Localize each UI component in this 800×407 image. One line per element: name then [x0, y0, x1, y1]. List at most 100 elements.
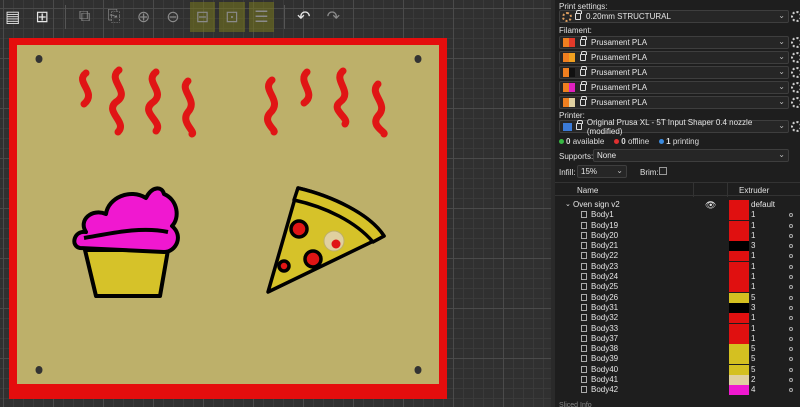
- part-icon: [581, 262, 587, 270]
- extruder-color-swatch: [729, 302, 749, 313]
- extruder-color-swatch: [729, 261, 749, 272]
- list-item-group[interactable]: ⌄ Oven sign v2 👁 default: [555, 200, 800, 210]
- part-extruder[interactable]: 5: [751, 365, 755, 374]
- edit-dot-icon[interactable]: [789, 295, 793, 300]
- edit-dot-icon[interactable]: [789, 233, 793, 238]
- edit-dot-icon[interactable]: [789, 316, 793, 321]
- edit-dot-icon[interactable]: [789, 357, 793, 362]
- gear-icon[interactable]: [791, 11, 800, 22]
- part-icon: [581, 221, 587, 229]
- list-item[interactable]: Body38 5: [555, 344, 800, 355]
- gear-icon[interactable]: [791, 121, 800, 132]
- part-extruder[interactable]: 1: [751, 334, 755, 343]
- list-item[interactable]: Body24 1: [555, 272, 800, 283]
- extruder-color-swatch: [729, 230, 749, 241]
- filament-combo[interactable]: Prusament PLA ⌄: [559, 66, 800, 79]
- extruder-color-swatch: [729, 210, 749, 221]
- part-extruder[interactable]: 4: [751, 385, 755, 394]
- chevron-down-icon[interactable]: ⌄: [565, 200, 571, 208]
- part-name: Body22: [591, 251, 619, 261]
- group-extruder[interactable]: default: [751, 200, 775, 209]
- list-item[interactable]: Body39 5: [555, 354, 800, 365]
- list-item[interactable]: Body26 5: [555, 292, 800, 303]
- edit-dot-icon[interactable]: [789, 388, 793, 393]
- gear-icon[interactable]: [791, 97, 800, 108]
- column-name[interactable]: Name: [577, 186, 598, 195]
- supports-combo[interactable]: None ⌄: [593, 149, 789, 162]
- list-item[interactable]: Body40 5: [555, 364, 800, 375]
- edit-dot-icon[interactable]: [789, 326, 793, 331]
- edit-dot-icon[interactable]: [789, 275, 793, 280]
- part-extruder[interactable]: 1: [751, 210, 755, 219]
- list-item[interactable]: Body22 1: [555, 251, 800, 262]
- part-extruder[interactable]: 2: [751, 375, 755, 384]
- list-item[interactable]: Body37 1: [555, 333, 800, 344]
- list-item[interactable]: Body42 4: [555, 385, 800, 396]
- extruder-color-swatch: [729, 251, 749, 262]
- edit-dot-icon[interactable]: [789, 244, 793, 249]
- brim-checkbox[interactable]: [659, 167, 667, 175]
- column-extruder[interactable]: Extruder: [739, 186, 769, 195]
- part-extruder[interactable]: 1: [751, 313, 755, 322]
- edit-dot-icon[interactable]: [789, 347, 793, 352]
- part-extruder[interactable]: 3: [751, 303, 755, 312]
- filament-color-swatch: [563, 83, 575, 92]
- part-extruder[interactable]: 1: [751, 324, 755, 333]
- list-item[interactable]: Body20 1: [555, 230, 800, 241]
- extruder-color-swatch: [729, 385, 749, 396]
- extruder-color-swatch: [729, 282, 749, 293]
- list-item[interactable]: Body21 3: [555, 241, 800, 252]
- part-extruder[interactable]: 1: [751, 251, 755, 260]
- part-extruder[interactable]: 1: [751, 262, 755, 271]
- printer-combo[interactable]: Original Prusa XL - 5T Input Shaper 0.4 …: [559, 118, 800, 136]
- edit-dot-icon[interactable]: [789, 264, 793, 269]
- edit-dot-icon[interactable]: [789, 367, 793, 372]
- filament-combo[interactable]: Prusament PLA ⌄: [559, 96, 800, 109]
- part-extruder[interactable]: 1: [751, 221, 755, 230]
- part-extruder[interactable]: 1: [751, 231, 755, 240]
- part-name: Body25: [591, 282, 619, 292]
- part-name: Body1: [591, 210, 614, 220]
- edit-dot-icon[interactable]: [789, 378, 793, 383]
- 3d-viewport[interactable]: ▤ ⊞ ⧉ ⎘ ⊕ ⊖ ⊟ ⊡ ☰ ↶ ↷: [0, 0, 551, 407]
- part-extruder[interactable]: 3: [751, 241, 755, 250]
- gear-icon[interactable]: [791, 82, 800, 93]
- edit-dot-icon[interactable]: [789, 223, 793, 228]
- list-item[interactable]: Body1 1: [555, 210, 800, 221]
- filament-combo[interactable]: Prusament PLA ⌄: [559, 36, 800, 49]
- part-extruder[interactable]: 5: [751, 293, 755, 302]
- edit-dot-icon[interactable]: [789, 336, 793, 341]
- gear-icon[interactable]: [791, 37, 800, 48]
- infill-combo[interactable]: 15% ⌄: [577, 165, 627, 178]
- list-item[interactable]: Body25 1: [555, 282, 800, 293]
- part-extruder[interactable]: 1: [751, 282, 755, 291]
- edit-dot-icon[interactable]: [789, 285, 793, 290]
- extruder-color-swatch: [729, 241, 749, 252]
- list-item[interactable]: Body19 1: [555, 220, 800, 231]
- chevron-down-icon: ⌄: [778, 37, 785, 46]
- part-extruder[interactable]: 1: [751, 272, 755, 281]
- list-item[interactable]: Body32 1: [555, 313, 800, 324]
- filament-combo[interactable]: Prusament PLA ⌄: [559, 51, 800, 64]
- extruder-color-swatch: [729, 354, 749, 365]
- filament-combo[interactable]: Prusament PLA ⌄: [559, 81, 800, 94]
- chevron-down-icon: ⌄: [778, 97, 785, 106]
- extruder-color-swatch: [729, 375, 749, 386]
- list-item[interactable]: Body41 2: [555, 375, 800, 386]
- oven-sign-model[interactable]: [0, 0, 551, 407]
- part-name: Body42: [591, 385, 619, 395]
- edit-dot-icon[interactable]: [789, 254, 793, 259]
- edit-dot-icon[interactable]: [789, 305, 793, 310]
- part-name: Body41: [591, 375, 619, 385]
- part-extruder[interactable]: 5: [751, 354, 755, 363]
- list-item[interactable]: Body31 3: [555, 302, 800, 313]
- print-settings-combo[interactable]: 0.20mm STRUCTURAL ⌄: [559, 10, 800, 23]
- gear-icon[interactable]: [791, 67, 800, 78]
- part-name: Body32: [591, 313, 619, 323]
- list-item[interactable]: Body23 1: [555, 261, 800, 272]
- gear-icon[interactable]: [791, 52, 800, 63]
- edit-dot-icon[interactable]: [789, 213, 793, 218]
- filament-color-swatch: [563, 98, 575, 107]
- list-item[interactable]: Body33 1: [555, 323, 800, 334]
- part-extruder[interactable]: 5: [751, 344, 755, 353]
